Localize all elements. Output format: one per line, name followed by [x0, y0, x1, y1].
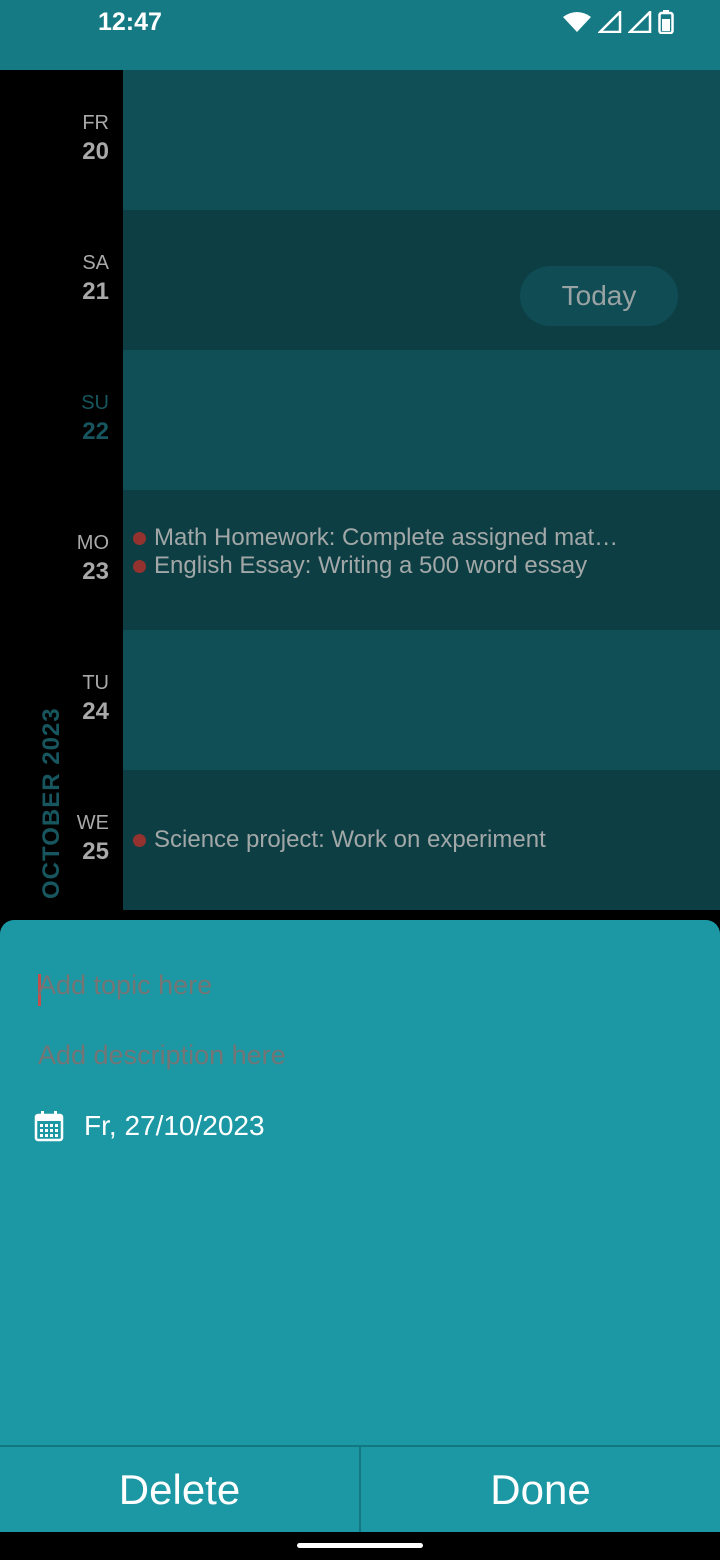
- event-item[interactable]: English Essay: Writing a 500 word essay: [133, 552, 587, 580]
- done-button[interactable]: Done: [359, 1447, 720, 1532]
- event-item[interactable]: Science project: Work on experiment: [133, 826, 546, 854]
- day-number: 23: [82, 558, 109, 585]
- events-column: Math Homework: Complete assigned mat… En…: [123, 70, 720, 920]
- day-of-week: SU: [81, 392, 109, 414]
- date-value: Fr, 27/10/2023: [84, 1110, 265, 1141]
- day-number: 25: [82, 838, 109, 865]
- delete-button[interactable]: Delete: [0, 1447, 359, 1532]
- day-of-week: SA: [82, 252, 109, 274]
- event-editor-sheet: Fr, 27/10/2023 Delete Done: [0, 920, 720, 1532]
- description-input[interactable]: [38, 1040, 678, 1071]
- day-of-week: FR: [82, 112, 109, 134]
- day-label-23: MO 23: [0, 490, 123, 630]
- day-column: FR 20 SA 21 SU 22 MO 23 TU 24 WE 25 OCTO…: [0, 70, 123, 920]
- calendar-view[interactable]: FR 20 SA 21 SU 22 MO 23 TU 24 WE 25 OCTO…: [0, 70, 720, 920]
- wifi-icon: x: [563, 12, 591, 32]
- day-of-week: MO: [76, 532, 109, 554]
- status-icons: x: [562, 10, 674, 34]
- topic-input[interactable]: [38, 970, 678, 1001]
- home-gesture-handle[interactable]: [297, 1543, 423, 1548]
- month-label: OCTOBER 2023: [38, 707, 65, 899]
- day-row-20[interactable]: [123, 70, 720, 210]
- day-label-22-today: SU 22: [0, 350, 123, 490]
- day-row-23[interactable]: Math Homework: Complete assigned mat… En…: [123, 490, 720, 630]
- day-row-22[interactable]: [123, 350, 720, 490]
- day-number: 24: [82, 698, 109, 725]
- date-picker[interactable]: Fr, 27/10/2023: [34, 1110, 265, 1142]
- event-title: English Essay: Writing a 500 word essay: [154, 552, 588, 579]
- svg-text:x: x: [584, 12, 588, 21]
- event-title: Science project: Work on experiment: [154, 826, 546, 853]
- event-dot-icon: [133, 833, 146, 847]
- day-number: 22: [82, 418, 109, 445]
- event-item[interactable]: Math Homework: Complete assigned mat…: [133, 524, 618, 552]
- day-label-21: SA 21: [0, 210, 123, 350]
- event-dot-icon: [133, 531, 146, 545]
- today-button[interactable]: Today: [520, 266, 678, 326]
- day-of-week: WE: [76, 812, 109, 834]
- calendar-icon: [34, 1111, 64, 1142]
- signal-icon: [598, 11, 622, 33]
- day-row-25[interactable]: Science project: Work on experiment: [123, 770, 720, 910]
- battery-icon: [658, 10, 674, 34]
- event-dot-icon: [133, 559, 146, 573]
- day-row-24[interactable]: [123, 630, 720, 770]
- action-bar: Delete Done: [0, 1445, 720, 1532]
- status-time: 12:47: [98, 8, 162, 36]
- day-number: 20: [82, 138, 109, 165]
- event-title: Math Homework: Complete assigned mat…: [154, 524, 619, 551]
- day-of-week: TU: [82, 672, 109, 694]
- day-number: 21: [82, 278, 109, 305]
- status-bar: 12:47 x: [0, 0, 720, 70]
- day-label-20: FR 20: [0, 70, 123, 210]
- signal-icon-2: [628, 11, 652, 33]
